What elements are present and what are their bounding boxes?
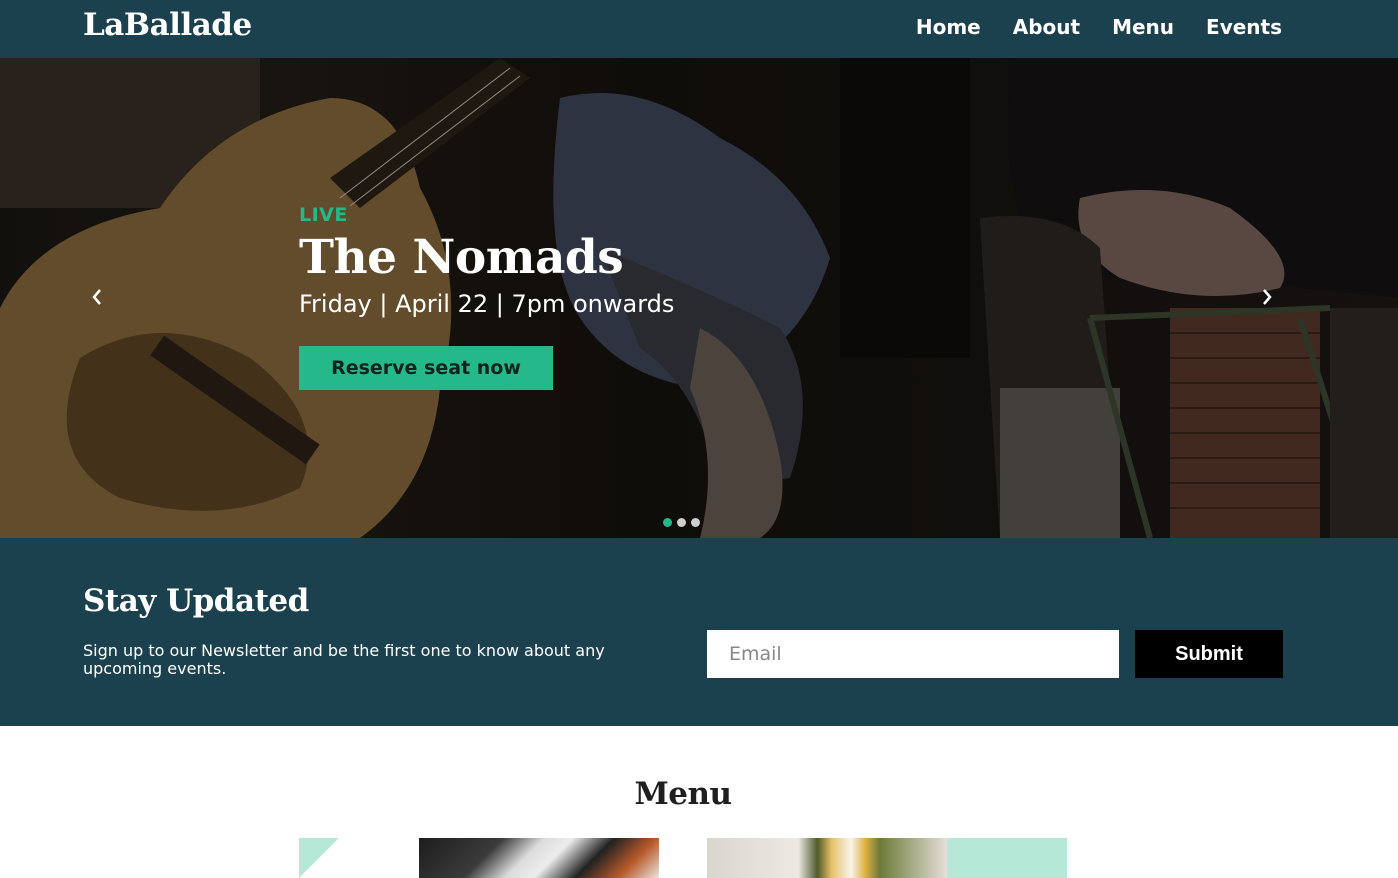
carousel-dot-3[interactable] <box>691 518 700 527</box>
brand-logo[interactable]: LaBallade <box>83 7 252 43</box>
newsletter-description: Sign up to our Newsletter and be the fir… <box>83 641 605 678</box>
newsletter-title: Stay Updated <box>83 583 309 619</box>
carousel-prev-button[interactable] <box>82 282 112 312</box>
nav-events[interactable]: Events <box>1206 15 1282 39</box>
hero-carousel: LIVE The Nomads Friday | April 22 | 7pm … <box>0 58 1398 538</box>
nav-about[interactable]: About <box>1013 15 1080 39</box>
chevron-right-icon <box>1263 289 1272 305</box>
hero-overlay <box>0 58 1398 538</box>
carousel-dot-2[interactable] <box>677 518 686 527</box>
decorative-mint-block <box>947 838 1067 878</box>
reserve-seat-button[interactable]: Reserve seat now <box>299 346 553 390</box>
menu-image-avocado-toast <box>707 838 947 878</box>
event-details: Friday | April 22 | 7pm onwards <box>299 289 675 318</box>
newsletter-section: Stay Updated Sign up to our Newsletter a… <box>0 538 1398 726</box>
live-tag: LIVE <box>299 204 348 226</box>
top-navbar: LaBallade Home About Menu Events <box>0 0 1398 58</box>
menu-gallery <box>0 838 1398 878</box>
email-input[interactable] <box>707 630 1119 678</box>
event-title: The Nomads <box>299 230 624 285</box>
submit-button[interactable]: Submit <box>1135 630 1283 678</box>
hero-content: LIVE The Nomads Friday | April 22 | 7pm … <box>299 204 675 390</box>
menu-image-coffee <box>419 838 659 878</box>
decorative-triangle <box>299 838 339 878</box>
nav-home[interactable]: Home <box>916 15 981 39</box>
carousel-next-button[interactable] <box>1252 282 1282 312</box>
menu-heading: Menu <box>634 776 732 812</box>
nav-menu[interactable]: Menu <box>1112 15 1174 39</box>
main-nav: Home About Menu Events <box>916 15 1282 39</box>
carousel-dot-1[interactable] <box>663 518 672 527</box>
chevron-left-icon <box>92 289 101 305</box>
carousel-indicators <box>663 518 700 527</box>
